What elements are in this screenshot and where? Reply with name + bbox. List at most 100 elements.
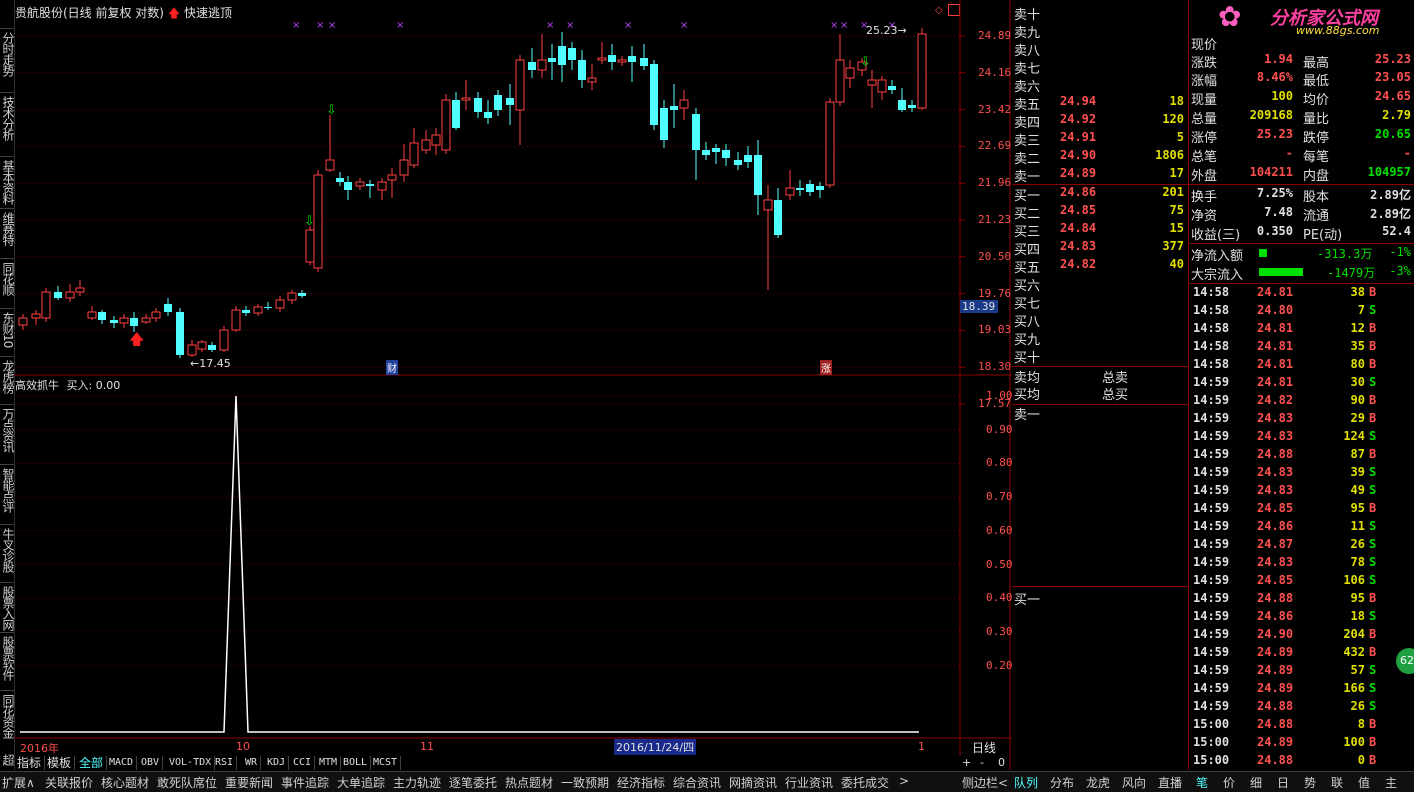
panel-tab-0[interactable]: 队列 <box>1014 774 1038 791</box>
tick-price: 24.88 <box>1257 447 1294 461</box>
buy-row[interactable]: 买三 24.84 15 <box>1014 221 1188 240</box>
bottom-tab-16[interactable]: > <box>899 774 909 788</box>
indicator-tab-10[interactable]: MTM <box>316 756 342 770</box>
buy-row[interactable]: 买六 <box>1014 275 1188 294</box>
panel-tab-4[interactable]: 直播 <box>1158 774 1182 791</box>
left-tab-1[interactable]: 技术分析 <box>0 96 15 140</box>
panel-tab-1[interactable]: 分布 <box>1050 774 1074 791</box>
zoom-in-button[interactable]: + <box>962 756 971 769</box>
bottom-tab-7[interactable]: 主力轨迹 <box>393 774 441 791</box>
detail-tab-7[interactable]: 主 <box>1385 774 1397 791</box>
left-tab-11[interactable]: 股票软件 <box>0 636 15 680</box>
left-tab-8[interactable]: 智能点评 <box>0 468 15 512</box>
left-tab-9[interactable]: 牛叉诊股 <box>0 528 15 572</box>
detail-tab-1[interactable]: 价 <box>1223 774 1235 791</box>
period-label[interactable]: 日线 <box>972 739 996 756</box>
sell-row[interactable]: 卖六 <box>1014 76 1188 95</box>
bottom-tab-11[interactable]: 经济指标 <box>617 774 665 791</box>
sell-row[interactable]: 卖五 24.94 18 <box>1014 94 1188 113</box>
finance-tag[interactable]: 财 <box>386 360 398 375</box>
candle-body <box>253 306 263 314</box>
bottom-tab-3[interactable]: 敢死队席位 <box>157 774 217 791</box>
candle-body <box>774 200 782 235</box>
sell-row[interactable]: 卖一 24.89 17 <box>1014 166 1188 185</box>
zoom-out-button[interactable]: - <box>980 756 984 769</box>
indicator-tab-5[interactable]: VOL-TDX <box>166 756 216 770</box>
bottom-tab-2[interactable]: 核心题材 <box>101 774 149 791</box>
quote-label: 外盘 <box>1191 169 1218 184</box>
detail-tab-4[interactable]: 势 <box>1304 774 1316 791</box>
indicator-tab-12[interactable]: MCST <box>370 756 402 770</box>
bottom-tab-14[interactable]: 行业资讯 <box>785 774 833 791</box>
left-tab-0[interactable]: 分时走势 <box>0 32 15 76</box>
detail-tab-3[interactable]: 日 <box>1277 774 1289 791</box>
sell-label: 卖七 <box>1014 62 1041 77</box>
indicator-tab-3[interactable]: MACD <box>106 756 138 770</box>
indicator-tab-11[interactable]: BOLL <box>340 756 372 770</box>
sell-row[interactable]: 卖八 <box>1014 40 1188 59</box>
buy-label: 买三 <box>1014 225 1041 240</box>
indicator-tab-7[interactable]: WR <box>242 756 262 770</box>
left-tab-2[interactable]: 基本资料 <box>0 160 15 204</box>
kline-chart[interactable]: × × × × × × × × × × × ×⇩⇩⇩🡅 <box>14 0 1012 770</box>
indicator-tab-9[interactable]: CCI <box>290 756 316 770</box>
candle-body <box>75 287 85 293</box>
detail-tab-0[interactable]: 笔 <box>1196 774 1208 791</box>
bottom-tab-10[interactable]: 一致预期 <box>561 774 609 791</box>
buy-row[interactable]: 买四 24.83 377 <box>1014 239 1188 258</box>
indicator-tab-8[interactable]: KDJ <box>264 756 290 770</box>
bottom-tab-6[interactable]: 大单追踪 <box>337 774 385 791</box>
net-inflow-pct: -1% <box>1389 245 1411 259</box>
buy-row[interactable]: 买一 24.86 201 <box>1014 185 1188 204</box>
sell-row[interactable]: 卖九 <box>1014 22 1188 41</box>
panel-tab-2[interactable]: 龙虎 <box>1086 774 1110 791</box>
detail-tab-5[interactable]: 联 <box>1331 774 1343 791</box>
bottom-tab-15[interactable]: 委托成交 <box>841 774 889 791</box>
bottom-tab-5[interactable]: 事件追踪 <box>281 774 329 791</box>
sell-row[interactable]: 卖十 <box>1014 4 1188 23</box>
zoom-reset-button[interactable]: 0 <box>998 756 1005 769</box>
bottom-tab-8[interactable]: 逐笔委托 <box>449 774 497 791</box>
buy-row[interactable]: 买七 <box>1014 293 1188 312</box>
quote-label: 均价 <box>1303 93 1330 108</box>
buy-row[interactable]: 买五 24.82 40 <box>1014 257 1188 276</box>
bottom-tab-12[interactable]: 综合资讯 <box>673 774 721 791</box>
left-tab-4[interactable]: 同花顺 <box>0 262 15 295</box>
left-tab-7[interactable]: 万点资讯 <box>0 408 15 452</box>
buy-label: 买一 <box>1014 189 1041 204</box>
left-tab-13[interactable]: 超 <box>0 754 15 765</box>
limit-up-tag[interactable]: 涨 <box>820 360 832 375</box>
sell-row[interactable]: 卖七 <box>1014 58 1188 77</box>
left-tab-6[interactable]: 龙虎榜 <box>0 360 15 393</box>
buy-row[interactable]: 买九 <box>1014 329 1188 348</box>
quote-row: 涨停 25.23 跌停 20.65 <box>1191 127 1413 146</box>
buy-row[interactable]: 买八 <box>1014 311 1188 330</box>
left-tab-5[interactable]: 东财10 <box>0 312 15 347</box>
candle-body <box>219 329 229 351</box>
tick-direction: S <box>1369 375 1377 389</box>
indicator-tab-2[interactable]: 全部 <box>76 756 108 770</box>
buy-row[interactable]: 买十 <box>1014 347 1188 366</box>
tick-time: 14:59 <box>1193 375 1230 389</box>
sell-row[interactable]: 卖二 24.90 1806 <box>1014 148 1188 167</box>
sidebar-toggle[interactable]: 侧边栏< <box>962 774 1008 791</box>
indicator-tab-6[interactable]: RSI <box>212 756 238 770</box>
indicator-tab-0[interactable]: 指标 <box>14 756 46 770</box>
panel-tab-3[interactable]: 风向 <box>1122 774 1146 791</box>
bottom-tab-1[interactable]: 关联报价 <box>45 774 93 791</box>
indicator-tab-1[interactable]: 模板 <box>44 756 76 770</box>
detail-tab-2[interactable]: 细 <box>1250 774 1262 791</box>
bottom-tab-0[interactable]: 扩展∧ <box>2 774 35 791</box>
sell-row[interactable]: 卖四 24.92 120 <box>1014 112 1188 131</box>
left-tab-3[interactable]: 维赛特 <box>0 212 15 245</box>
detail-tab-6[interactable]: 值 <box>1358 774 1370 791</box>
bottom-tab-13[interactable]: 网摘资讯 <box>729 774 777 791</box>
bottom-tab-4[interactable]: 重要新闻 <box>225 774 273 791</box>
left-tab-10[interactable]: 股票入网 <box>0 586 15 630</box>
signal-x-icon: × <box>830 20 838 31</box>
sell-row[interactable]: 卖三 24.91 5 <box>1014 130 1188 149</box>
indicator-tab-4[interactable]: OBV <box>138 756 164 770</box>
buy-row[interactable]: 买二 24.85 75 <box>1014 203 1188 222</box>
left-tab-12[interactable]: 同花资金 <box>0 694 15 738</box>
bottom-tab-9[interactable]: 热点题材 <box>505 774 553 791</box>
